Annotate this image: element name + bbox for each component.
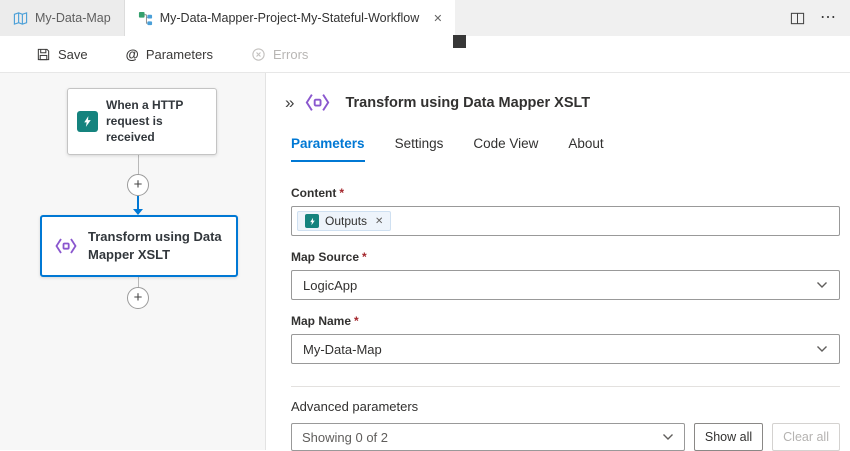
tab-about[interactable]: About [568,136,603,162]
insert-step-button-2[interactable]: + [127,287,149,309]
section-divider [291,386,840,387]
tab-parameters[interactable]: Parameters [291,136,365,162]
data-map-tab-icon [13,11,28,26]
designer-toolbar: Save @ Parameters Errors [0,36,850,73]
editor-tab-bar: My-Data-Map My-Data-Mapper-Project-My-St… [0,0,850,36]
map-name-select[interactable]: My-Data-Map [291,334,840,364]
map-source-label: Map Source* [291,250,840,264]
action-card-title: Transform using Data Mapper XSLT [88,228,224,263]
save-button[interactable]: Save [36,47,88,62]
connector-line-selected [137,196,139,209]
save-icon [36,47,51,62]
split-editor-icon[interactable] [790,11,805,26]
token-request-icon [305,214,319,228]
chevron-down-icon [662,433,674,441]
errors-icon [251,47,266,62]
app-window: { "tab_bar": { "tabs": [ { "label": "My-… [0,0,850,450]
insert-step-button-1[interactable]: + [127,174,149,196]
map-name-value: My-Data-Map [303,342,382,357]
content-field-label: Content* [291,186,840,200]
parameters-label: Parameters [146,47,213,62]
token-label: Outputs [325,214,367,228]
required-marker: * [354,314,359,328]
save-label: Save [58,47,88,62]
advanced-parameters-label: Advanced parameters [291,399,840,414]
tab-label: My-Data-Map [35,11,111,25]
tab-label: My-Data-Mapper-Project-My-Stateful-Workf… [160,11,420,25]
advanced-parameters-value: Showing 0 of 2 [302,430,388,445]
trigger-card-title: When a HTTP request is received [106,97,207,146]
content-input[interactable]: Outputs ✕ [291,206,840,236]
show-all-button[interactable]: Show all [694,423,763,451]
advanced-parameters-row: Showing 0 of 2 Show all Clear all [291,423,840,451]
workflow-tab-icon [138,11,153,26]
token-dismiss-icon[interactable]: ✕ [375,216,383,227]
panel-data-mapper-icon [304,89,331,116]
action-card-selected[interactable]: Transform using Data Mapper XSLT [40,215,238,277]
tab-my-data-map[interactable]: My-Data-Map [0,0,125,36]
map-name-label: Map Name* [291,314,840,328]
errors-label: Errors [273,47,308,62]
dark-square-artifact [453,35,466,48]
parameters-form: Content* Outputs ✕ Map Source* LogicApp … [291,186,840,451]
outputs-token[interactable]: Outputs ✕ [297,211,391,231]
clear-all-button[interactable]: Clear all [772,423,840,451]
required-marker: * [362,250,367,264]
parameters-icon: @ [126,47,139,62]
required-marker: * [339,186,344,200]
panel-title: Transform using Data Mapper XSLT [345,95,590,111]
map-source-select[interactable]: LogicApp [291,270,840,300]
panel-tab-strip: Parameters Settings Code View About [291,136,840,162]
tab-code-view[interactable]: Code View [473,136,538,162]
http-request-icon [77,111,98,132]
advanced-parameters-select[interactable]: Showing 0 of 2 [291,423,685,451]
close-tab-icon[interactable]: ✕ [433,12,442,25]
data-mapper-icon [54,234,78,258]
collapse-panel-icon[interactable]: » [285,94,294,111]
tab-settings[interactable]: Settings [395,136,444,162]
tab-bar-actions: ⋯ [790,0,850,36]
chevron-down-icon [816,345,828,353]
errors-button[interactable]: Errors [251,47,308,62]
trigger-card[interactable]: When a HTTP request is received [67,88,217,155]
more-actions-icon[interactable]: ⋯ [820,10,836,26]
tab-workflow[interactable]: My-Data-Mapper-Project-My-Stateful-Workf… [125,0,456,36]
action-details-panel: » Transform using Data Mapper XSLT Param… [267,73,850,450]
map-source-value: LogicApp [303,278,357,293]
workflow-canvas: When a HTTP request is received + Transf… [0,73,266,450]
parameters-button[interactable]: @ Parameters [126,47,213,62]
panel-header: » Transform using Data Mapper XSLT [285,89,840,116]
chevron-down-icon [816,281,828,289]
